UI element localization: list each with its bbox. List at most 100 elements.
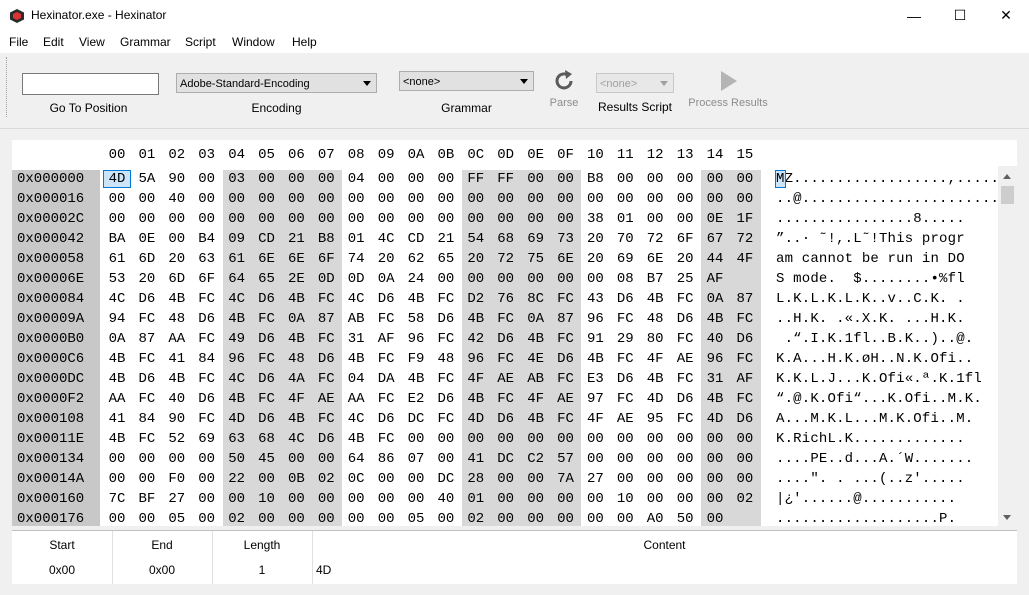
- hex-byte[interactable]: 00: [104, 211, 130, 227]
- hex-byte[interactable]: 05: [164, 511, 190, 527]
- hex-byte[interactable]: B7: [642, 271, 668, 287]
- hex-byte[interactable]: 42: [463, 331, 489, 347]
- menu-window[interactable]: Window: [232, 35, 275, 49]
- hex-byte[interactable]: 00: [373, 171, 399, 187]
- hex-byte[interactable]: 67: [702, 231, 728, 247]
- hex-byte[interactable]: 00: [403, 211, 429, 227]
- hex-byte[interactable]: 40: [433, 491, 459, 507]
- grammar-select[interactable]: <none>: [399, 71, 534, 91]
- hex-byte[interactable]: 1F: [732, 211, 758, 227]
- goto-position-input[interactable]: [22, 73, 159, 95]
- hex-byte[interactable]: 58: [403, 311, 429, 327]
- hex-byte[interactable]: 00: [493, 511, 519, 527]
- hex-byte[interactable]: FC: [373, 391, 399, 407]
- hex-byte[interactable]: 4C: [104, 291, 130, 307]
- hex-byte[interactable]: 00: [582, 491, 608, 507]
- hex-byte[interactable]: 00: [672, 211, 698, 227]
- results-column-content[interactable]: Content 4D: [312, 531, 1017, 584]
- hex-byte[interactable]: 00: [702, 451, 728, 467]
- hex-byte[interactable]: D6: [373, 291, 399, 307]
- hex-byte[interactable]: FC: [672, 291, 698, 307]
- hex-byte[interactable]: 00: [553, 271, 579, 287]
- hex-byte[interactable]: 0A: [283, 311, 309, 327]
- hex-byte[interactable]: 4C: [283, 431, 309, 447]
- hex-byte[interactable]: 00: [373, 511, 399, 527]
- hex-byte[interactable]: 4D: [702, 411, 728, 427]
- hex-byte[interactable]: FC: [194, 411, 220, 427]
- hex-byte[interactable]: 00: [373, 491, 399, 507]
- row-offset[interactable]: 0x0000DC: [17, 371, 84, 387]
- hex-byte[interactable]: FC: [553, 411, 579, 427]
- row-offset[interactable]: 0x000108: [17, 411, 84, 427]
- hex-byte[interactable]: 4D: [463, 411, 489, 427]
- hex-byte[interactable]: 4B: [283, 331, 309, 347]
- hex-byte[interactable]: 01: [612, 211, 638, 227]
- hex-byte[interactable]: 4B: [104, 351, 130, 367]
- hex-byte[interactable]: BF: [134, 491, 160, 507]
- hex-byte[interactable]: 00: [642, 451, 668, 467]
- hex-byte[interactable]: 4B: [702, 311, 728, 327]
- hex-byte[interactable]: 00: [254, 471, 280, 487]
- hex-byte[interactable]: 6F: [313, 251, 339, 267]
- row-offset[interactable]: 0x000042: [17, 231, 84, 247]
- hex-byte[interactable]: 00: [343, 191, 369, 207]
- hex-byte[interactable]: 86: [373, 451, 399, 467]
- hex-byte[interactable]: 00: [702, 491, 728, 507]
- hex-byte[interactable]: CD: [254, 231, 280, 247]
- hex-byte[interactable]: 07: [403, 451, 429, 467]
- hex-byte[interactable]: 00: [104, 451, 130, 467]
- hex-byte[interactable]: 6D: [134, 251, 160, 267]
- row-offset[interactable]: 0x000058: [17, 251, 84, 267]
- hex-byte[interactable]: 00: [553, 191, 579, 207]
- hex-byte[interactable]: 74: [343, 251, 369, 267]
- ascii-text[interactable]: ...................P.: [776, 511, 956, 527]
- hex-byte[interactable]: 68: [254, 431, 280, 447]
- hex-byte[interactable]: 00: [702, 431, 728, 447]
- hex-byte[interactable]: 00: [732, 171, 758, 187]
- hex-byte[interactable]: 00: [343, 211, 369, 227]
- hex-byte[interactable]: 00: [463, 431, 489, 447]
- ascii-text[interactable]: ....". . ...(..z'.....: [776, 471, 965, 487]
- hex-byte[interactable]: 0E: [702, 211, 728, 227]
- hex-byte[interactable]: 00: [702, 171, 728, 187]
- results-column-length[interactable]: Length 1: [212, 531, 313, 584]
- ascii-text[interactable]: ....PE..d...A.´W.......: [776, 451, 973, 467]
- hex-byte[interactable]: 00: [493, 471, 519, 487]
- encoding-select[interactable]: Adobe-Standard-Encoding: [176, 73, 377, 93]
- hex-byte[interactable]: AF: [732, 371, 758, 387]
- scroll-thumb[interactable]: [1001, 186, 1014, 204]
- hex-byte[interactable]: AB: [523, 371, 549, 387]
- hex-byte[interactable]: 0A: [373, 271, 399, 287]
- hex-byte[interactable]: 00: [313, 191, 339, 207]
- hex-byte[interactable]: 90: [164, 411, 190, 427]
- hex-byte[interactable]: 00: [104, 471, 130, 487]
- hex-byte[interactable]: 00: [343, 491, 369, 507]
- hex-byte[interactable]: 00: [642, 431, 668, 447]
- hex-byte[interactable]: FC: [612, 391, 638, 407]
- hex-byte[interactable]: 6E: [254, 251, 280, 267]
- hex-byte[interactable]: FC: [254, 311, 280, 327]
- hex-byte[interactable]: 20: [134, 271, 160, 287]
- row-offset[interactable]: 0x0000B0: [17, 331, 84, 347]
- hex-byte[interactable]: 6D: [164, 271, 190, 287]
- hex-byte[interactable]: 31: [343, 331, 369, 347]
- row-offset[interactable]: 0x000176: [17, 511, 84, 527]
- hex-byte[interactable]: 00: [463, 211, 489, 227]
- hex-byte[interactable]: 02: [732, 491, 758, 507]
- hex-byte[interactable]: 87: [313, 311, 339, 327]
- hex-byte[interactable]: 00: [343, 511, 369, 527]
- hex-byte[interactable]: 00: [672, 191, 698, 207]
- menu-file[interactable]: File: [9, 35, 28, 49]
- hex-byte[interactable]: 4B: [523, 331, 549, 347]
- hex-byte[interactable]: 00: [283, 491, 309, 507]
- parse-button[interactable]: Parse: [546, 69, 582, 117]
- hex-byte[interactable]: FC: [672, 371, 698, 387]
- hex-byte[interactable]: 20: [164, 251, 190, 267]
- hex-byte[interactable]: 00: [523, 211, 549, 227]
- hex-byte[interactable]: 4B: [283, 411, 309, 427]
- hex-byte[interactable]: D6: [254, 331, 280, 347]
- hex-byte[interactable]: AE: [313, 391, 339, 407]
- hex-byte[interactable]: 00: [612, 191, 638, 207]
- ascii-text[interactable]: ..H.K. .«.X.K. ...H.K.: [776, 311, 965, 327]
- hex-byte[interactable]: 4C: [224, 371, 250, 387]
